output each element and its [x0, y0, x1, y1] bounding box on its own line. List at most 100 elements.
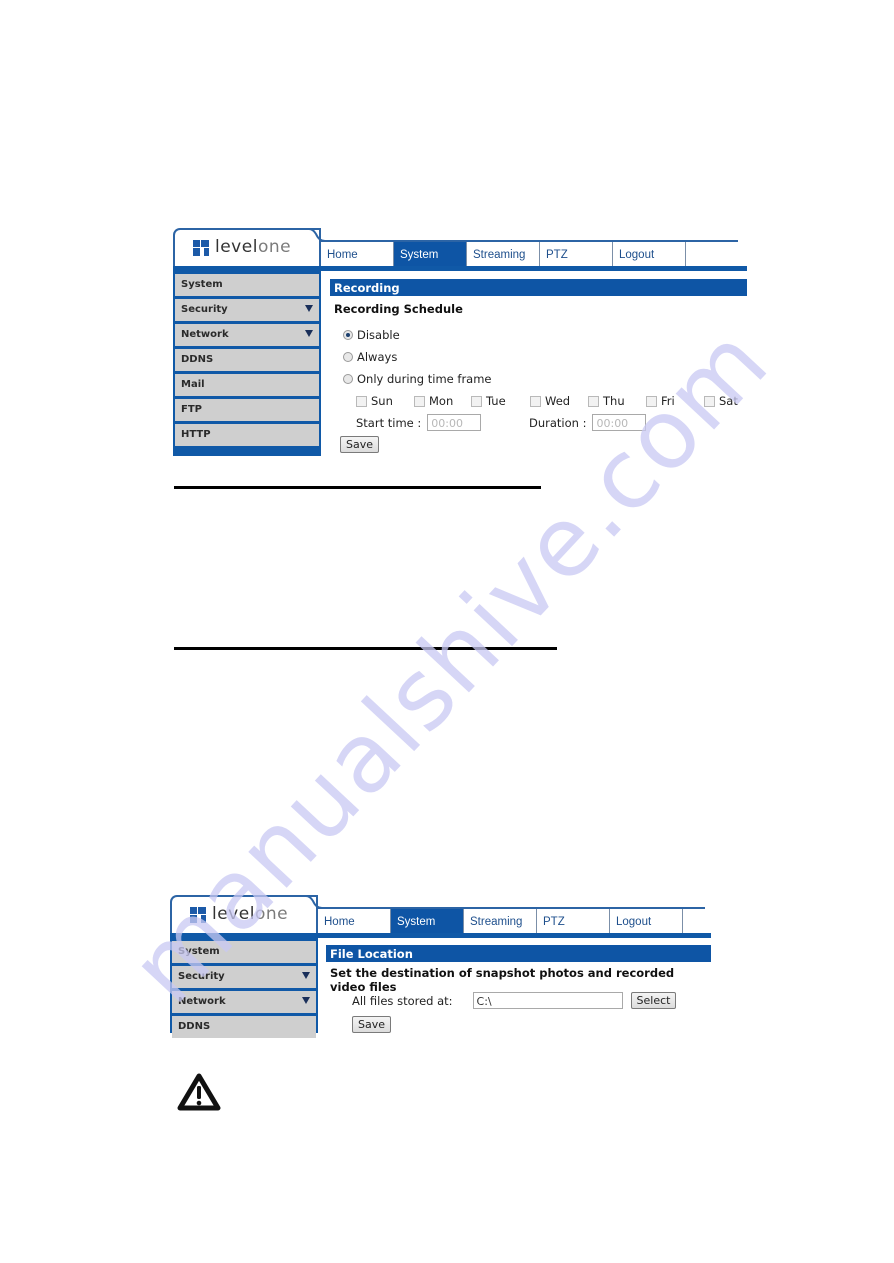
sidebar-item-http[interactable]: HTTP [175, 424, 319, 446]
day-fri[interactable]: Fri [646, 394, 675, 408]
duration-row: Duration : 00:00 [529, 414, 647, 431]
day-sun[interactable]: Sun [356, 394, 393, 408]
nav-system[interactable]: System [394, 242, 467, 266]
file-location-screenshot: levelone Home System Streaming PTZ Logou… [170, 895, 711, 1038]
start-time-label: Start time : [356, 415, 422, 430]
sidebar-item-ftp[interactable]: FTP [175, 399, 319, 421]
file-location-heading: Set the destination of snapshot photos a… [330, 966, 675, 994]
nav-logout[interactable]: Logout [613, 242, 686, 266]
save-button[interactable]: Save [340, 436, 380, 453]
section-title: Recording [330, 279, 747, 296]
nav-ptz[interactable]: PTZ [540, 242, 613, 266]
radio-disable[interactable] [343, 330, 353, 340]
checkbox-tue[interactable] [471, 395, 482, 407]
dropdown-arrow-icon [305, 305, 313, 312]
file-path-input[interactable]: C:\ [472, 992, 623, 1009]
sidebar-item-label: HTTP [181, 429, 211, 440]
day-thu[interactable]: Thu [588, 394, 625, 408]
dropdown-arrow-icon [305, 330, 313, 337]
sidebar-item-system[interactable]: System [172, 941, 316, 963]
logo-card: levelone [173, 228, 321, 266]
recording-schedule-heading: Recording Schedule [334, 302, 463, 316]
option-disable[interactable]: Disable [343, 328, 400, 342]
sidebar: System Security Network DDNS Mail FTP HT… [173, 271, 321, 456]
sidebar-item-label: DDNS [178, 1021, 211, 1032]
save-button[interactable]: Save [352, 1016, 392, 1033]
logo-text-level: level [215, 237, 258, 257]
dropdown-arrow-icon [302, 997, 310, 1004]
recording-settings-screenshot: levelone Home System Streaming PTZ Logou… [173, 228, 747, 456]
files-stored-label: All files stored at: [352, 993, 453, 1008]
sidebar-item-label: System [178, 946, 220, 957]
day-label: Sun [371, 394, 393, 408]
select-button[interactable]: Select [630, 992, 677, 1009]
nav-system[interactable]: System [391, 909, 464, 933]
day-wed[interactable]: Wed [530, 394, 570, 408]
radio-always[interactable] [343, 352, 353, 362]
nav-logout[interactable]: Logout [610, 909, 683, 933]
option-label: Disable [357, 328, 400, 342]
duration-input[interactable]: 00:00 [592, 414, 647, 431]
levelone-logo: levelone [193, 239, 291, 256]
nav-spacer [683, 909, 705, 933]
day-label: Sat [719, 394, 738, 408]
nav-spacer [686, 242, 738, 266]
nav-home[interactable]: Home [321, 242, 394, 266]
dropdown-arrow-icon [302, 972, 310, 979]
logo-text-level: level [212, 904, 255, 924]
sidebar-item-network[interactable]: Network [172, 991, 316, 1013]
checkbox-sun[interactable] [356, 395, 367, 407]
sidebar-item-label: FTP [181, 404, 202, 415]
day-label: Wed [545, 394, 571, 408]
radio-time-frame[interactable] [343, 374, 353, 384]
sidebar-item-label: DDNS [181, 354, 214, 365]
sidebar-item-label: Mail [181, 379, 205, 390]
sidebar-item-network[interactable]: Network [175, 324, 319, 346]
option-always[interactable]: Always [343, 350, 397, 364]
sidebar: System Security Network DDNS [170, 938, 318, 1038]
checkbox-sat[interactable] [704, 395, 715, 407]
day-tue[interactable]: Tue [471, 394, 506, 408]
section-underline [174, 647, 557, 650]
day-mon[interactable]: Mon [414, 394, 453, 408]
levelone-logo-icon [190, 906, 206, 923]
sidebar-item-label: Network [181, 329, 229, 340]
option-label: Only during time frame [357, 372, 492, 386]
day-label: Mon [429, 394, 454, 408]
nav-ptz[interactable]: PTZ [537, 909, 610, 933]
nav-streaming[interactable]: Streaming [467, 242, 540, 266]
section-underline [174, 486, 541, 489]
sidebar-item-security[interactable]: Security [172, 966, 316, 988]
sidebar-item-label: Network [178, 996, 226, 1007]
nav-home[interactable]: Home [318, 909, 391, 933]
day-label: Tue [486, 394, 506, 408]
top-nav: Home System Streaming PTZ Logout [318, 907, 705, 933]
save-row: Save [352, 1016, 392, 1033]
checkbox-wed[interactable] [530, 395, 541, 407]
save-row: Save [340, 436, 380, 453]
checkbox-fri[interactable] [646, 395, 657, 407]
day-label: Fri [661, 394, 675, 408]
sidebar-item-label: Security [181, 304, 228, 315]
checkbox-mon[interactable] [414, 395, 425, 407]
logo-card: levelone [170, 895, 318, 933]
section-title: File Location [326, 945, 711, 962]
start-time-input[interactable]: 00:00 [427, 414, 482, 431]
checkbox-thu[interactable] [588, 395, 599, 407]
content-panel: File Location Set the destination of sna… [326, 945, 711, 1033]
day-label: Thu [603, 394, 625, 408]
day-sat[interactable]: Sat [704, 394, 738, 408]
start-time-row: Start time : 00:00 [356, 414, 482, 431]
option-time-frame[interactable]: Only during time frame [343, 372, 492, 386]
files-stored-row: All files stored at: C:\ Select [352, 992, 677, 1009]
top-nav: Home System Streaming PTZ Logout [321, 240, 738, 266]
warning-triangle-icon [177, 1073, 221, 1111]
sidebar-item-security[interactable]: Security [175, 299, 319, 321]
sidebar-item-mail[interactable]: Mail [175, 374, 319, 396]
nav-streaming[interactable]: Streaming [464, 909, 537, 933]
sidebar-item-system[interactable]: System [175, 274, 319, 296]
sidebar-item-label: Security [178, 971, 225, 982]
sidebar-item-ddns[interactable]: DDNS [172, 1016, 316, 1038]
duration-label: Duration : [529, 415, 587, 430]
sidebar-item-ddns[interactable]: DDNS [175, 349, 319, 371]
